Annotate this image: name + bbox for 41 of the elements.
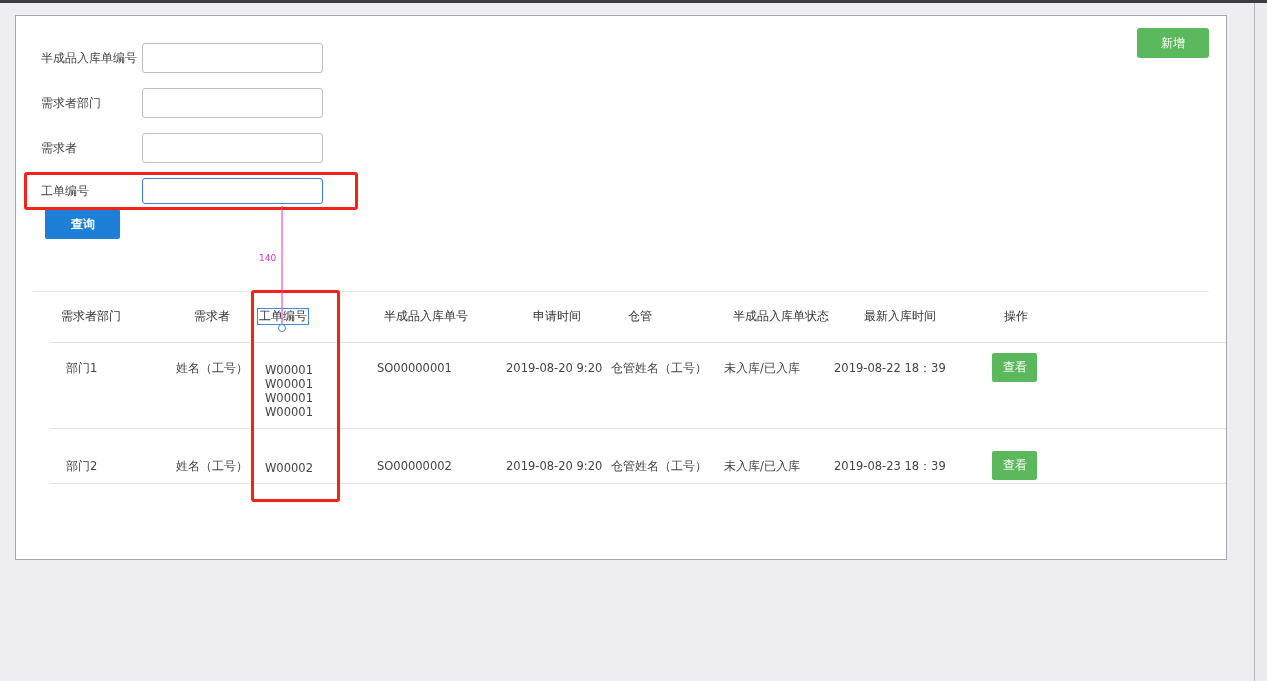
add-button[interactable]: 新增 [1137,28,1209,58]
table-cell-text: 未入库/已入库 [724,361,801,375]
field-label: 半成品入库单编号 [41,50,138,66]
input-field[interactable] [142,178,323,204]
table-cell-text: 姓名（工号） [176,459,249,473]
table-cell-text: 2019-08-20 9:20 [506,361,604,375]
table-cell-text: 未入库/已入库 [724,459,801,473]
field-label: 需求者 [41,140,78,156]
column-header: 半成品入库单状态 [732,308,830,325]
table-cell-text: W00001 [265,391,314,405]
query-button[interactable]: 查询 [45,209,120,239]
table-cell-text: W00001 [265,405,314,419]
column-header: 申请时间 [532,308,582,325]
table-cell-text: 2019-08-20 9:20 [506,459,604,473]
table-cell-text: SO00000002 [377,459,453,473]
table-cell-text: W00002 [265,461,314,475]
column-header: 最新入库时间 [863,308,937,325]
column-header: 操作 [1003,308,1029,325]
input-field[interactable] [142,88,323,118]
view-button[interactable]: 查看 [992,353,1037,382]
table-cell-text: 2019-08-23 18：39 [834,459,947,473]
table-cell-text: 姓名（工号） [176,361,249,375]
table-cell-text: W00001 [265,363,314,377]
table-cell-text: 仓管姓名（工号） [611,361,708,375]
input-field[interactable] [142,133,323,163]
table-cell-text: 部门2 [66,459,99,473]
column-header: 需求者 [193,308,231,325]
measure-label: 140 [259,253,277,263]
table-cell-text: 仓管姓名（工号） [611,459,708,473]
column-header: 半成品入库单号 [383,308,469,325]
column-header: 需求者部门 [60,308,122,325]
table-cell-text: SO00000001 [377,361,453,375]
table-cell-text: 部门1 [66,361,99,375]
field-label: 需求者部门 [41,95,102,111]
column-header: 工单编号 [257,308,309,325]
column-header: 仓管 [627,308,653,325]
field-label: 工单编号 [41,183,90,199]
view-button[interactable]: 查看 [992,451,1037,480]
table-cell-text: W00001 [265,377,314,391]
table-cell-text: 2019-08-22 18：39 [834,361,947,375]
input-field[interactable] [142,43,323,73]
